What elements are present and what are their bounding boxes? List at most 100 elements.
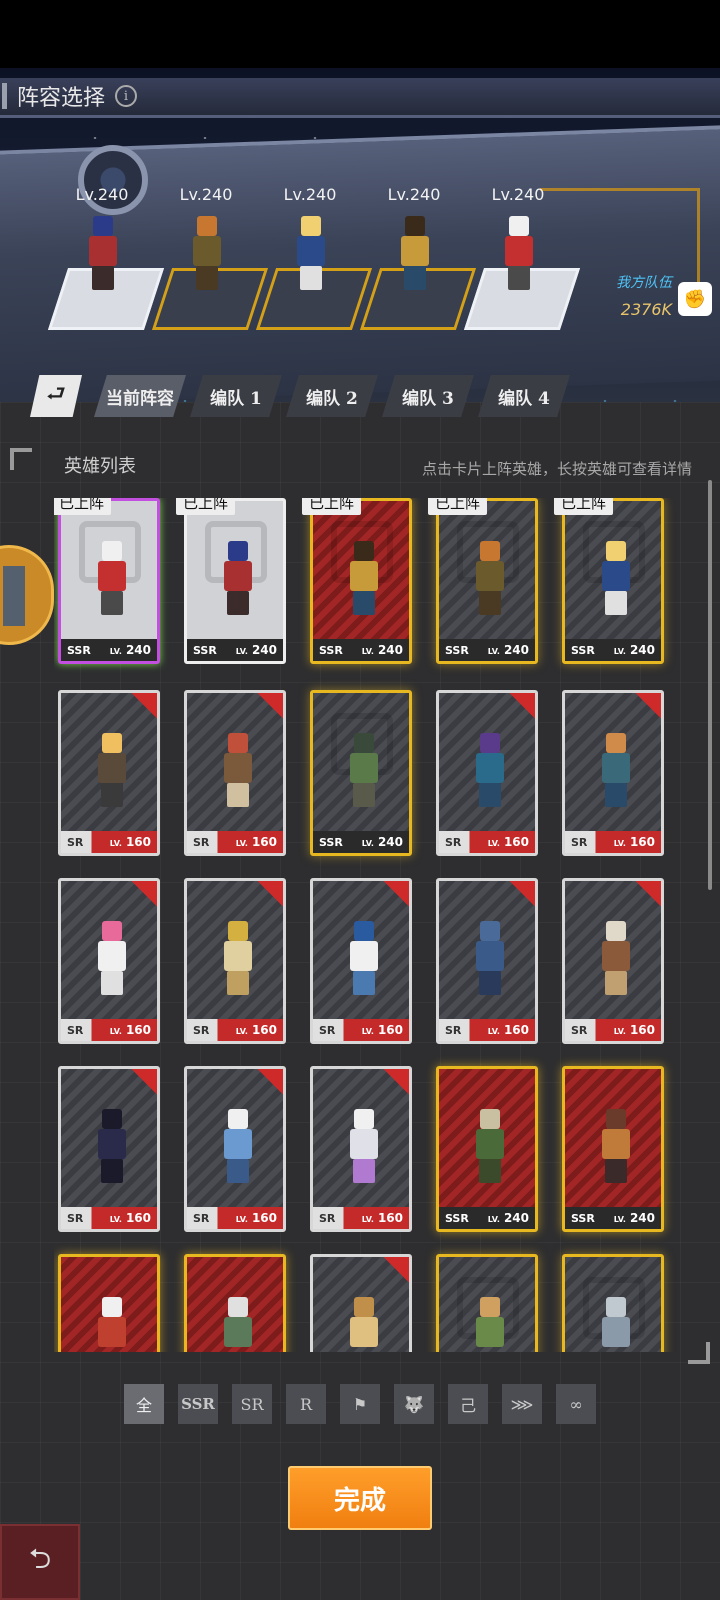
- card-rarity: SR: [67, 1211, 84, 1225]
- card-rarity: SR: [571, 835, 588, 849]
- hero-card[interactable]: [58, 1254, 160, 1352]
- faction-4-icon[interactable]: ⋙: [502, 1384, 542, 1424]
- hero-card[interactable]: 已上阵 SSR LV. 240: [554, 498, 664, 664]
- slot-level: Lv.240: [75, 185, 129, 204]
- card-rarity: SSR: [319, 835, 343, 849]
- card-level: 240: [503, 643, 529, 657]
- team-power-label: 我方队伍: [616, 275, 672, 291]
- card-level: 240: [377, 643, 403, 657]
- card-level: 160: [125, 835, 151, 849]
- hero-card[interactable]: [184, 1254, 286, 1352]
- tab-team-3[interactable]: 编队 3: [382, 375, 474, 417]
- card-rarity: SR: [445, 1023, 462, 1037]
- card-rarity: SSR: [319, 643, 343, 657]
- card-rarity: SR: [193, 1023, 210, 1037]
- team-slot-4[interactable]: Lv.240: [359, 180, 477, 330]
- filter-bar: 全 SSR SR R ⚑ 🐺 己 ⋙ ∞: [124, 1384, 596, 1424]
- filter-r[interactable]: R: [286, 1384, 326, 1424]
- tab-current[interactable]: 当前阵容: [94, 375, 186, 417]
- hero-card[interactable]: SSR LV. 240: [562, 1066, 664, 1232]
- card-rarity: SR: [193, 835, 210, 849]
- hero-card[interactable]: SR LV. 160: [562, 690, 664, 856]
- card-rarity: SR: [67, 1023, 84, 1037]
- card-level: 160: [503, 835, 529, 849]
- card-level: 160: [125, 1023, 151, 1037]
- card-level: 160: [251, 1211, 277, 1225]
- hero-card[interactable]: SR LV. 160: [310, 1066, 412, 1232]
- deployed-badge: 已上阵: [428, 498, 488, 515]
- hero-card[interactable]: SSR LV. 240: [310, 690, 412, 856]
- hero-card[interactable]: SR LV. 160: [58, 1066, 160, 1232]
- card-level: 160: [629, 1023, 655, 1037]
- hero-card[interactable]: 已上阵 SSR LV. 240: [302, 498, 412, 664]
- hero-card[interactable]: SSR LV. 240: [436, 1066, 538, 1232]
- back-arrow-icon[interactable]: ⮌: [0, 1524, 80, 1600]
- hero-card[interactable]: SR LV. 160: [58, 690, 160, 856]
- hero-list-title: 英雄列表: [64, 456, 136, 477]
- card-level: 160: [377, 1211, 403, 1225]
- card-level: 160: [251, 1023, 277, 1037]
- hero-card[interactable]: 已上阵 SSR LV. 240: [428, 498, 538, 664]
- card-level: 160: [251, 835, 277, 849]
- filter-sr[interactable]: SR: [232, 1384, 272, 1424]
- hero-card[interactable]: SR LV. 160: [436, 878, 538, 1044]
- done-button[interactable]: 完成: [288, 1466, 432, 1530]
- page-header: 阵容选择 i: [0, 80, 138, 112]
- faction-1-icon[interactable]: ⚑: [340, 1384, 380, 1424]
- team-slot-3[interactable]: Lv.240: [255, 180, 373, 330]
- team-power: 我方队伍 2376K: [616, 272, 672, 319]
- hero-card[interactable]: 已上阵 SSR LV. 240: [176, 498, 286, 664]
- hero-card[interactable]: [310, 1254, 412, 1352]
- hero-sprite: [186, 216, 228, 294]
- card-level: 240: [629, 643, 655, 657]
- card-level: 160: [377, 1023, 403, 1037]
- hero-card[interactable]: SR LV. 160: [184, 878, 286, 1044]
- slot-level: Lv.240: [491, 185, 545, 204]
- card-level: 160: [125, 1211, 151, 1225]
- hero-list-hint: 点击卡片上阵英雄，长按英雄可查看详情: [421, 460, 692, 478]
- hero-card[interactable]: 已上阵 SSR LV. 240: [54, 498, 160, 664]
- card-rarity: SR: [319, 1211, 336, 1225]
- hero-sprite: [498, 216, 540, 294]
- card-rarity: SSR: [445, 1211, 469, 1225]
- page-title: 阵容选择: [17, 86, 106, 111]
- card-rarity: SR: [67, 835, 84, 849]
- team-slot-1[interactable]: Lv.240: [47, 180, 165, 330]
- filter-ssr[interactable]: SSR: [178, 1384, 218, 1424]
- hero-sprite: [290, 216, 332, 294]
- swap-back-icon[interactable]: ⮐: [30, 375, 82, 417]
- hero-card[interactable]: SR LV. 160: [58, 878, 160, 1044]
- team-slot-5[interactable]: Lv.240: [463, 180, 581, 330]
- card-rarity: SR: [193, 1211, 210, 1225]
- scrollbar[interactable]: [708, 480, 712, 890]
- fist-icon[interactable]: ✊: [678, 282, 712, 316]
- faction-3-icon[interactable]: 己: [448, 1384, 488, 1424]
- deployed-badge: 已上阵: [554, 498, 614, 515]
- deployed-badge: 已上阵: [54, 498, 112, 515]
- tab-team-1[interactable]: 编队 1: [190, 375, 282, 417]
- filter-all[interactable]: 全: [124, 1384, 164, 1424]
- info-icon[interactable]: i: [115, 85, 138, 107]
- card-level: 240: [251, 643, 277, 657]
- team-slot-2[interactable]: Lv.240: [151, 180, 269, 330]
- hero-card[interactable]: SR LV. 160: [562, 878, 664, 1044]
- card-level: 160: [503, 1023, 529, 1037]
- hero-card[interactable]: [562, 1254, 664, 1352]
- card-rarity: SR: [319, 1023, 336, 1037]
- faction-5-icon[interactable]: ∞: [556, 1384, 596, 1424]
- card-rarity: SSR: [445, 643, 469, 657]
- card-level: 240: [503, 1211, 529, 1225]
- hero-card[interactable]: SR LV. 160: [184, 690, 286, 856]
- card-level: 160: [629, 835, 655, 849]
- hero-card[interactable]: SR LV. 160: [310, 878, 412, 1044]
- hero-grid: 已上阵 SSR LV. 240 已上阵 SSR LV. 240 已上阵 SSR LV. 24…: [54, 498, 686, 1352]
- status-bar: [0, 0, 720, 68]
- tab-team-2[interactable]: 编队 2: [286, 375, 378, 417]
- tab-team-4[interactable]: 编队 4: [478, 375, 570, 417]
- card-rarity: SSR: [193, 643, 217, 657]
- hero-card[interactable]: [436, 1254, 538, 1352]
- hero-card[interactable]: SR LV. 160: [184, 1066, 286, 1232]
- faction-2-icon[interactable]: 🐺: [394, 1384, 434, 1424]
- hero-card[interactable]: SR LV. 160: [436, 690, 538, 856]
- card-level: 240: [377, 835, 403, 849]
